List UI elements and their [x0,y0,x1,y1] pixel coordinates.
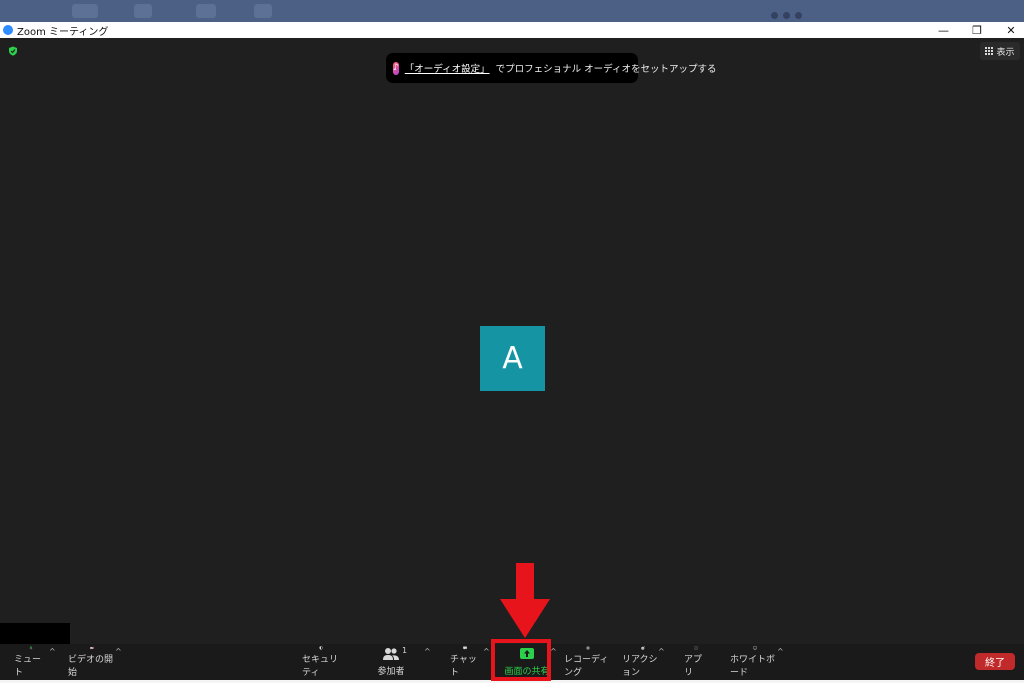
zoom-app-icon [3,25,13,35]
participants-label: 参加者 [377,667,405,677]
restore-button[interactable]: ❐ [972,24,982,37]
minimize-button[interactable]: — [938,24,949,37]
annotation-arrow-icon [500,563,550,638]
ghost-icon [72,4,98,18]
chat-icon [463,646,467,650]
start-video-label: ビデオの開始 [68,655,114,678]
view-button[interactable]: 表示 [980,42,1020,60]
notice-text: でプロフェショナル オーディオをセットアップする [495,64,717,75]
audio-settings-notice: ♪ 「オーディオ設定」 でプロフェショナル オーディオをセットアップする [386,53,716,83]
participants-icon [383,648,399,660]
window-title: Zoom ミーティング [17,26,109,38]
audio-settings-icon: ♪ [393,61,399,75]
audio-settings-link[interactable]: 「オーディオ設定」 [405,61,490,75]
screen: Zoom ミーティング — ❐ ✕ 表示 ♪ 「オーディオ設定」 でプロフェショ… [0,0,1024,683]
chat-options-caret[interactable]: ^ [483,647,490,656]
close-button[interactable]: ✕ [1006,24,1016,37]
recording-button[interactable]: レコーディング [564,646,612,678]
end-meeting-button[interactable]: 終了 [975,653,1015,670]
self-video-thumbnail [0,623,70,644]
video-options-caret[interactable]: ^ [115,647,122,656]
participant-avatar: A [480,326,545,391]
recording-label: レコーディング [564,655,609,678]
ghost-icon [254,4,272,18]
video-off-icon [90,646,94,650]
ghost-icon [196,4,216,18]
whiteboard-icon [753,646,757,650]
security-label: セキュリティ [302,655,339,678]
apps-icon [694,646,698,650]
view-label: 表示 [996,47,1015,58]
ghost-icon [134,4,152,18]
apps-label: アプリ [684,655,703,678]
reaction-icon [641,646,645,650]
mute-button[interactable]: ミュート [14,646,48,678]
annotation-highlight-box [491,639,551,681]
window-titlebar: Zoom ミーティング — ❐ ✕ [0,22,1024,38]
start-video-button[interactable]: ビデオの開始 [68,646,116,678]
whiteboard-options-caret[interactable]: ^ [777,647,784,656]
shield-icon [319,646,323,650]
whiteboard-button[interactable]: ホワイトボード [730,646,780,678]
chat-button[interactable]: チャット [450,646,480,678]
chat-label: チャット [450,655,477,678]
whiteboard-label: ホワイトボード [730,655,776,678]
participants-options-caret[interactable]: ^ [424,647,431,656]
os-taskbar-strip [0,0,1024,22]
mute-options-caret[interactable]: ^ [49,647,56,656]
grid-icon [985,47,994,55]
more-icon [771,12,802,19]
window-controls: — ❐ ✕ [938,22,1016,38]
microphone-icon [29,646,33,650]
meeting-area: 表示 ♪ 「オーディオ設定」 でプロフェショナル オーディオをセットアップする … [0,38,1024,644]
reactions-options-caret[interactable]: ^ [658,647,665,656]
participants-count: 1 [402,646,408,655]
encryption-shield-icon[interactable] [8,46,18,56]
record-icon [586,646,590,650]
security-button[interactable]: セキュリティ [302,646,340,678]
mute-label: ミュート [14,655,42,678]
share-options-caret[interactable]: ^ [550,647,557,656]
apps-button[interactable]: アプリ [684,646,708,678]
